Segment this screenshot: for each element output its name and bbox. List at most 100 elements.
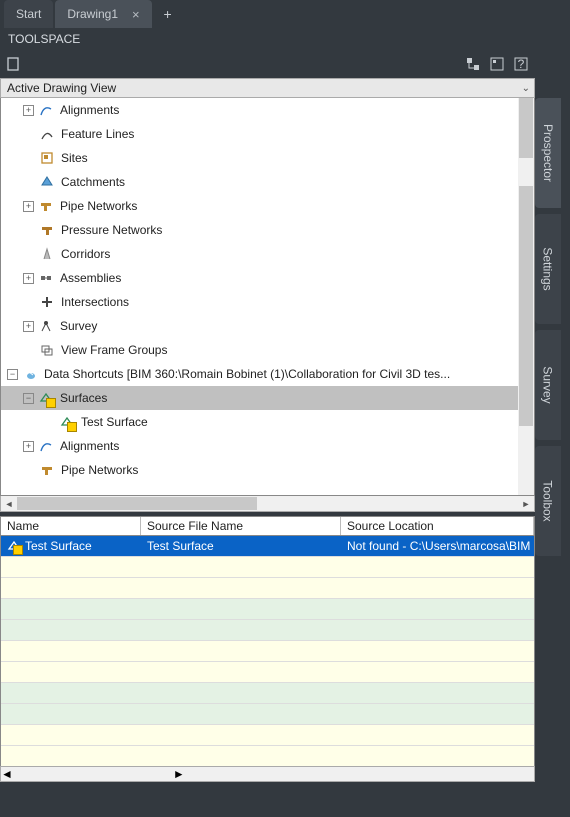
tree-horizontal-scrollbar[interactable]: ◄ ► [0,496,535,512]
pressure-networks-icon [39,222,55,238]
table-row[interactable]: Test Surface Test Surface Not found - C:… [1,536,534,557]
tree-item-catchments[interactable]: Catchments [1,170,518,194]
tree-label: Feature Lines [61,127,134,141]
expander-icon[interactable]: − [7,369,18,380]
scroll-right-icon[interactable]: ► [173,767,185,781]
window-tabbar: Start Drawing1 × + [0,0,570,28]
tab-drawing-label: Drawing1 [67,7,118,21]
tree-item-survey[interactable]: + Survey [1,314,518,338]
view-selector-label: Active Drawing View [7,81,116,95]
table-row [1,578,534,599]
tree-label: Assemblies [60,271,121,285]
close-icon[interactable]: × [132,7,140,22]
column-header-source-location[interactable]: Source Location [341,517,534,535]
scrollbar-thumb[interactable] [519,98,533,158]
cell-source-location: Not found - C:\Users\marcosa\BIM [341,536,534,556]
tree-item-alignments[interactable]: + Alignments [1,98,518,122]
data-shortcuts-icon [22,366,38,382]
tree-item-sites[interactable]: Sites [1,146,518,170]
tree-label: Data Shortcuts [BIM 360:\Romain Bobinet … [44,367,450,381]
refresh-icon[interactable] [6,56,22,72]
corridors-icon [39,246,55,262]
help-icon[interactable]: ? [513,56,529,72]
tree-item-view-frame-groups[interactable]: View Frame Groups [1,338,518,362]
table-row [1,704,534,725]
expander-icon[interactable]: + [23,273,34,284]
cell-text: Test Surface [147,539,214,553]
view-selector[interactable]: Active Drawing View ⌄ [0,78,535,98]
sidetab-label: Survey [541,366,555,403]
column-header-source-file[interactable]: Source File Name [141,517,341,535]
catchments-icon [39,174,55,190]
tree-item-pressure-networks[interactable]: Pressure Networks [1,218,518,242]
tree-label: Pipe Networks [60,199,137,213]
expander-icon[interactable]: + [23,321,34,332]
tree-item-ds-alignments[interactable]: + Alignments [1,434,518,458]
scrollbar-thumb[interactable] [17,497,257,510]
grid-body: Test Surface Test Surface Not found - C:… [0,536,535,766]
tree-label: Alignments [60,439,119,453]
table-row [1,683,534,704]
list-view: Name Source File Name Source Location Te… [0,516,535,782]
sites-icon [39,150,55,166]
vertical-scrollbar[interactable] [518,98,534,495]
tree-label: Intersections [61,295,129,309]
surface-icon [59,414,75,430]
chevron-down-icon: ⌄ [522,83,530,94]
sidetab-label: Prospector [541,124,555,182]
sidetab-toolbox[interactable]: Toolbox [535,446,561,556]
scroll-left-icon[interactable]: ◄ [1,499,17,509]
tree-item-feature-lines[interactable]: Feature Lines [1,122,518,146]
table-row [1,746,534,766]
expander-icon[interactable]: + [23,105,34,116]
expander-icon[interactable]: + [23,441,34,452]
header-label: Source Location [347,519,434,533]
grid-header: Name Source File Name Source Location [0,516,535,536]
tree-item-test-surface[interactable]: Test Surface [1,410,518,434]
svg-text:?: ? [518,57,525,71]
tree-item-intersections[interactable]: Intersections [1,290,518,314]
tree-item-corridors[interactable]: Corridors [1,242,518,266]
item-preview-icon[interactable] [489,56,505,72]
alignments-icon [38,102,54,118]
cell-text: Test Surface [25,539,92,553]
tab-drawing[interactable]: Drawing1 × [55,0,151,28]
tree-item-ds-pipe-networks[interactable]: Pipe Networks [1,458,518,482]
tree-item-pipe-networks[interactable]: + Pipe Networks [1,194,518,218]
table-row [1,662,534,683]
sidetab-label: Settings [541,247,555,290]
tree-view-icon[interactable] [465,56,481,72]
tree-label: View Frame Groups [61,343,167,357]
tree-label: Pipe Networks [61,463,138,477]
new-tab-button[interactable]: + [154,0,182,28]
column-header-name[interactable]: Name [1,517,141,535]
tab-start[interactable]: Start [4,0,53,28]
tree-item-data-shortcuts[interactable]: − Data Shortcuts [BIM 360:\Romain Bobine… [1,362,518,386]
tree-label: Test Surface [81,415,148,429]
sidetab-survey[interactable]: Survey [535,330,561,440]
grid-horizontal-scrollbar[interactable]: ◄ ► [0,766,535,782]
alignments-icon [38,438,54,454]
expander-icon[interactable]: − [23,393,34,404]
header-label: Source File Name [147,519,243,533]
scroll-right-icon[interactable]: ► [518,499,534,509]
intersections-icon [39,294,55,310]
tree-item-assemblies[interactable]: + Assemblies [1,266,518,290]
tree-view: + Alignments Feature Lines Sites Catchme… [0,98,535,496]
scroll-left-icon[interactable]: ◄ [1,767,13,781]
sidetab-settings[interactable]: Settings [535,214,561,324]
scrollbar-thumb[interactable] [519,186,533,426]
tree-label: Pressure Networks [61,223,162,237]
tree-item-surfaces[interactable]: − Surfaces [1,386,518,410]
tree-label: Corridors [61,247,110,261]
cell-source-file: Test Surface [141,536,341,556]
table-row [1,620,534,641]
surface-icon [7,539,21,553]
pipe-networks-icon [38,198,54,214]
expander-icon[interactable]: + [23,201,34,212]
tree-label: Surfaces [60,391,107,405]
tree-label: Alignments [60,103,119,117]
panel-title-label: TOOLSPACE [8,32,80,46]
sidetab-prospector[interactable]: Prospector [535,98,561,208]
table-row [1,641,534,662]
